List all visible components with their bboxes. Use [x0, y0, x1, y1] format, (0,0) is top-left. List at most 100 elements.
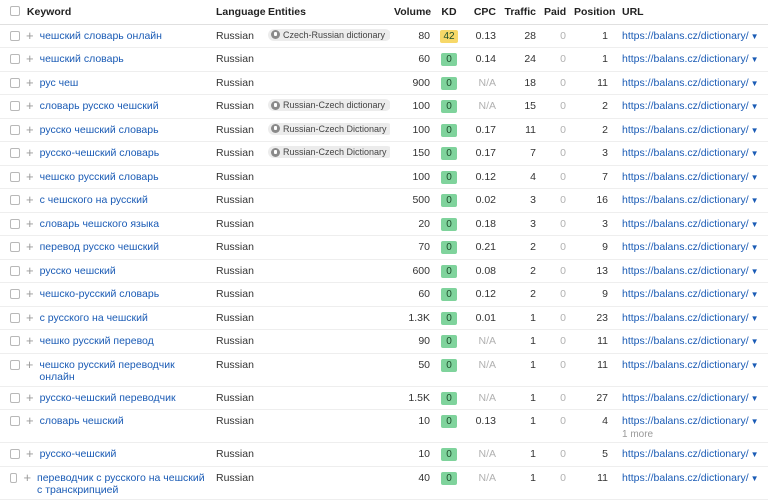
- url-link[interactable]: https://balans.cz/dictionary/: [622, 171, 749, 183]
- keyword-link[interactable]: чешский словарь онлайн: [40, 30, 162, 42]
- url-link[interactable]: https://balans.cz/dictionary/: [622, 359, 749, 371]
- row-checkbox[interactable]: [10, 336, 20, 346]
- keyword-link[interactable]: русско чешский: [40, 265, 116, 277]
- add-keyword-icon[interactable]: +: [26, 76, 34, 89]
- entity-chip[interactable]: Russian-Czech dictionary: [268, 99, 390, 111]
- entity-chip[interactable]: Czech-Russian dictionary: [268, 28, 390, 41]
- url-link[interactable]: https://balans.cz/dictionary/: [622, 124, 749, 136]
- url-link[interactable]: https://balans.cz/dictionary/: [622, 241, 749, 253]
- url-link[interactable]: https://balans.cz/dictionary/: [622, 472, 749, 484]
- url-link[interactable]: https://balans.cz/dictionary/: [622, 288, 749, 300]
- select-all-checkbox[interactable]: [10, 6, 20, 17]
- add-keyword-icon[interactable]: +: [26, 29, 34, 42]
- header-position[interactable]: Position: [570, 0, 615, 25]
- add-keyword-icon[interactable]: +: [26, 447, 34, 460]
- row-checkbox[interactable]: [10, 148, 20, 158]
- chevron-down-icon[interactable]: ▼: [751, 267, 759, 276]
- row-checkbox[interactable]: [10, 289, 20, 299]
- url-link[interactable]: https://balans.cz/dictionary/: [622, 265, 749, 277]
- url-link[interactable]: https://balans.cz/dictionary/: [622, 218, 749, 230]
- row-checkbox[interactable]: [10, 101, 20, 111]
- row-checkbox[interactable]: [10, 124, 20, 135]
- header-cpc[interactable]: CPC: [464, 0, 500, 25]
- header-kd[interactable]: KD: [434, 0, 464, 25]
- url-link[interactable]: https://balans.cz/dictionary/: [622, 415, 749, 427]
- url-link[interactable]: https://balans.cz/dictionary/: [622, 335, 749, 347]
- header-keyword[interactable]: Keyword: [0, 0, 212, 25]
- url-link[interactable]: https://balans.cz/dictionary/: [622, 77, 749, 89]
- add-keyword-icon[interactable]: +: [26, 414, 34, 427]
- chevron-down-icon[interactable]: ▼: [751, 79, 759, 88]
- url-link[interactable]: https://balans.cz/dictionary/: [622, 53, 749, 65]
- add-keyword-icon[interactable]: +: [26, 217, 34, 230]
- add-keyword-icon[interactable]: +: [26, 52, 34, 65]
- keyword-link[interactable]: с чешского на русский: [40, 194, 148, 206]
- chevron-down-icon[interactable]: ▼: [751, 337, 759, 346]
- keyword-link[interactable]: словарь чешского языка: [40, 218, 159, 230]
- header-traffic[interactable]: Traffic: [500, 0, 540, 25]
- entity-chip[interactable]: Russian-Czech Dictionary: [268, 122, 390, 135]
- url-link[interactable]: https://balans.cz/dictionary/: [622, 392, 749, 404]
- row-checkbox[interactable]: [10, 54, 20, 64]
- chevron-down-icon[interactable]: ▼: [751, 450, 759, 459]
- row-checkbox[interactable]: [10, 416, 20, 426]
- row-checkbox[interactable]: [10, 472, 18, 483]
- header-paid[interactable]: Paid: [540, 0, 570, 25]
- keyword-link[interactable]: чешско русский переводчик онлайн: [39, 359, 208, 383]
- keyword-link[interactable]: переводчик с русского на чешский с транс…: [37, 472, 208, 496]
- keyword-link[interactable]: словарь русско чешский: [40, 100, 159, 112]
- keyword-link[interactable]: перевод русско чешский: [40, 241, 159, 253]
- entity-chip[interactable]: Russian-Czech Dictionary: [268, 146, 390, 158]
- url-link[interactable]: https://balans.cz/dictionary/: [622, 100, 749, 112]
- row-checkbox[interactable]: [10, 218, 20, 229]
- row-checkbox[interactable]: [10, 359, 20, 370]
- keyword-link[interactable]: чешско-русский словарь: [40, 288, 160, 300]
- chevron-down-icon[interactable]: ▼: [751, 126, 759, 135]
- keyword-link[interactable]: чешско русский словарь: [40, 171, 159, 183]
- keyword-link[interactable]: чешко русский перевод: [40, 335, 154, 347]
- chevron-down-icon[interactable]: ▼: [751, 474, 759, 483]
- chevron-down-icon[interactable]: ▼: [751, 314, 759, 323]
- keyword-link[interactable]: рус чеш: [40, 77, 79, 89]
- chevron-down-icon[interactable]: ▼: [751, 243, 759, 252]
- row-checkbox[interactable]: [10, 312, 20, 323]
- add-keyword-icon[interactable]: +: [26, 334, 34, 347]
- chevron-down-icon[interactable]: ▼: [751, 394, 759, 403]
- keyword-link[interactable]: с русского на чешский: [40, 312, 148, 324]
- keyword-link[interactable]: словарь чешский: [40, 415, 124, 427]
- add-keyword-icon[interactable]: +: [26, 240, 34, 253]
- row-checkbox[interactable]: [10, 77, 20, 88]
- add-keyword-icon[interactable]: +: [26, 358, 34, 371]
- chevron-down-icon[interactable]: ▼: [751, 196, 759, 205]
- add-keyword-icon[interactable]: +: [23, 471, 31, 484]
- chevron-down-icon[interactable]: ▼: [751, 32, 759, 41]
- chevron-down-icon[interactable]: ▼: [751, 102, 759, 111]
- url-link[interactable]: https://balans.cz/dictionary/: [622, 147, 749, 159]
- keyword-link[interactable]: чешский словарь: [40, 53, 124, 65]
- row-checkbox[interactable]: [10, 392, 20, 403]
- header-entities[interactable]: Entities: [264, 0, 390, 25]
- url-link[interactable]: https://balans.cz/dictionary/: [622, 194, 749, 206]
- url-link[interactable]: https://balans.cz/dictionary/: [622, 448, 749, 460]
- keyword-link[interactable]: русско-чешский переводчик: [40, 392, 176, 404]
- add-keyword-icon[interactable]: +: [26, 287, 34, 300]
- add-keyword-icon[interactable]: +: [26, 146, 34, 159]
- header-volume[interactable]: Volume: [390, 0, 434, 25]
- row-checkbox[interactable]: [10, 30, 20, 41]
- add-keyword-icon[interactable]: +: [26, 99, 34, 112]
- add-keyword-icon[interactable]: +: [26, 264, 34, 277]
- chevron-down-icon[interactable]: ▼: [751, 417, 759, 426]
- add-keyword-icon[interactable]: +: [26, 311, 34, 324]
- keyword-link[interactable]: русско-чешский: [40, 448, 117, 460]
- url-link[interactable]: https://balans.cz/dictionary/: [622, 30, 749, 42]
- add-keyword-icon[interactable]: +: [26, 391, 34, 404]
- more-urls-link[interactable]: 1 more: [622, 429, 764, 440]
- chevron-down-icon[interactable]: ▼: [751, 55, 759, 64]
- row-checkbox[interactable]: [10, 242, 20, 252]
- keyword-link[interactable]: русско-чешский словарь: [40, 147, 160, 159]
- chevron-down-icon[interactable]: ▼: [751, 220, 759, 229]
- keyword-link[interactable]: русско чешский словарь: [40, 124, 159, 136]
- chevron-down-icon[interactable]: ▼: [751, 173, 759, 182]
- row-checkbox[interactable]: [10, 449, 20, 459]
- row-checkbox[interactable]: [10, 171, 20, 182]
